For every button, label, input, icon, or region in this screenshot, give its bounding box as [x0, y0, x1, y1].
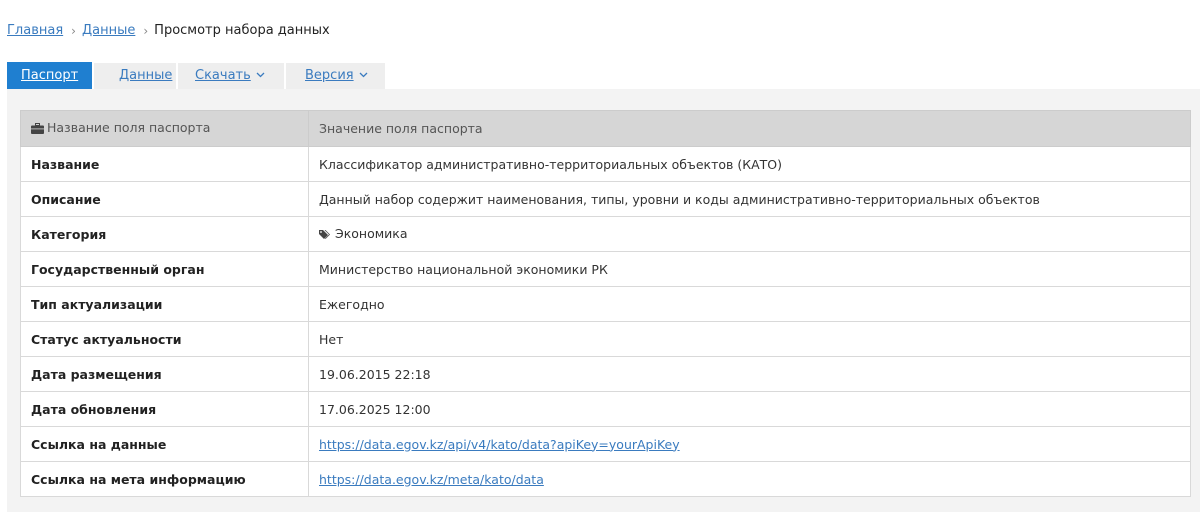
table-row: Ссылка на данные https://data.egov.kz/ap…	[20, 426, 1191, 462]
row-value: 19.06.2015 22:18	[308, 356, 1191, 392]
tab-data-label: Данные	[119, 68, 173, 83]
tab-download-label: Скачать	[195, 68, 251, 83]
breadcrumb-data-link[interactable]: Данные	[82, 21, 135, 41]
table-row: Категория Экономика	[20, 216, 1191, 252]
row-value: Классификатор административно-территориа…	[308, 146, 1191, 182]
breadcrumb-home-link[interactable]: Главная	[7, 21, 63, 41]
tab-version[interactable]: Версия	[286, 63, 385, 89]
tab-data[interactable]: Данные	[94, 63, 176, 89]
row-value: Нет	[308, 321, 1191, 357]
table-row: Ссылка на мета информацию https://data.e…	[20, 461, 1191, 497]
row-key: Описание	[20, 181, 309, 217]
row-value: Данный набор содержит наименования, типы…	[308, 181, 1191, 217]
tab-passport[interactable]: Паспорт	[7, 62, 92, 89]
table-row: Дата размещения 19.06.2015 22:18	[20, 356, 1191, 392]
breadcrumb-current: Просмотр набора данных	[154, 23, 330, 38]
table-row: Дата обновления 17.06.2025 12:00	[20, 391, 1191, 427]
row-key: Государственный орган	[20, 251, 309, 287]
header-key-label: Название поля паспорта	[47, 120, 211, 135]
table-row: Название Классификатор административно-т…	[20, 146, 1191, 182]
row-key: Категория	[20, 216, 309, 252]
row-key: Тип актуализации	[20, 286, 309, 322]
briefcase-icon	[31, 122, 44, 137]
passport-panel: Название поля паспорта Значение поля пас…	[7, 89, 1200, 512]
breadcrumb-separator: ›	[143, 24, 149, 38]
row-value: https://data.egov.kz/meta/kato/data	[308, 461, 1191, 497]
meta-info-link[interactable]: https://data.egov.kz/meta/kato/data	[319, 472, 544, 487]
table-row: Описание Данный набор содержит наименова…	[20, 181, 1191, 217]
tab-download[interactable]: Скачать	[178, 63, 284, 89]
data-api-link[interactable]: https://data.egov.kz/api/v4/kato/data?ap…	[319, 437, 680, 452]
header-value-cell: Значение поля паспорта	[308, 110, 1191, 147]
breadcrumb: Главная › Данные › Просмотр набора данны…	[7, 21, 330, 41]
breadcrumb-separator: ›	[71, 24, 76, 38]
chevron-down-icon	[256, 63, 265, 89]
table-header-row: Название поля паспорта Значение поля пас…	[20, 110, 1191, 147]
row-key: Дата размещения	[20, 356, 309, 392]
row-value: Ежегодно	[308, 286, 1191, 322]
category-label: Экономика	[335, 225, 408, 241]
tab-bar: Паспорт Данные Скачать Версия	[7, 62, 1200, 90]
row-key: Ссылка на данные	[20, 426, 309, 462]
tab-version-label: Версия	[305, 68, 354, 83]
chevron-down-icon	[359, 63, 368, 89]
row-value: https://data.egov.kz/api/v4/kato/data?ap…	[308, 426, 1191, 462]
row-key: Дата обновления	[20, 391, 309, 427]
header-key-cell: Название поля паспорта	[20, 110, 309, 147]
passport-table: Название поля паспорта Значение поля пас…	[20, 110, 1191, 497]
table-row: Статус актуальности Нет	[20, 321, 1191, 357]
tags-icon	[319, 228, 332, 243]
table-row: Государственный орган Министерство нацио…	[20, 251, 1191, 287]
tab-passport-label: Паспорт	[21, 68, 79, 83]
table-row: Тип актуализации Ежегодно	[20, 286, 1191, 322]
row-key: Ссылка на мета информацию	[20, 461, 309, 497]
row-value-category: Экономика	[308, 216, 1191, 252]
row-key: Статус актуальности	[20, 321, 309, 357]
row-value: 17.06.2025 12:00	[308, 391, 1191, 427]
row-value: Министерство национальной экономики РК	[308, 251, 1191, 287]
row-key: Название	[20, 146, 309, 182]
